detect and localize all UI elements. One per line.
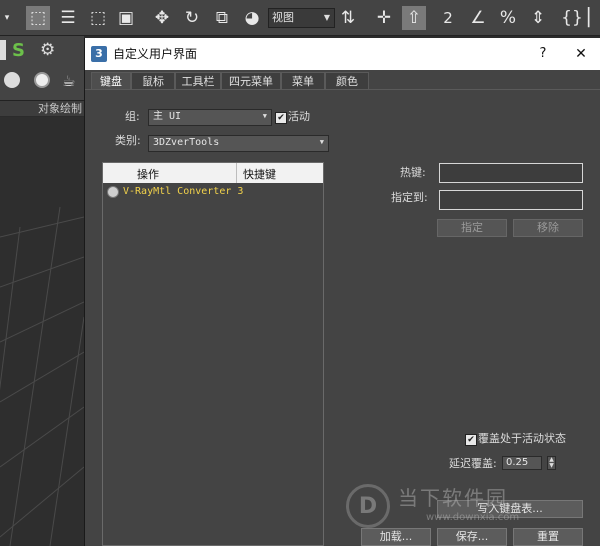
hotkey-field[interactable]	[439, 163, 583, 183]
category-combo[interactable]: 3DZverTools ▼	[148, 135, 329, 152]
chevron-down-icon: ▼	[319, 138, 324, 146]
select-by-name-icon[interactable]: ☰	[56, 6, 80, 30]
object-paint-label: 对象绘制	[0, 100, 84, 116]
main-toolbar: ▾ ⬚ ☰ ⬚ ▣ ✥ ↻ ⧉ ◕ 视图 ▼ ⇅ ✛ ⇧ 2 ∠ % ⇕ {} …	[0, 0, 600, 36]
list-item[interactable]: V-RayMtl Converter 3	[105, 185, 321, 201]
panel-edge-icon	[0, 40, 6, 60]
angle-snap-icon[interactable]: ∠	[466, 6, 490, 30]
list-item-action: V-RayMtl Converter 3	[123, 186, 244, 197]
percent-snap-icon[interactable]: %	[496, 6, 520, 30]
pivot-icon[interactable]: ⇅	[336, 6, 360, 30]
dialog-title: 自定义用户界面	[113, 47, 198, 61]
hotkey-label: 热键:	[400, 166, 426, 179]
teapot-icon[interactable]: ☕	[62, 72, 75, 90]
gear-icon[interactable]: ⚙	[40, 40, 55, 60]
watermark-url: www.downxia.com	[426, 512, 520, 523]
column-header-action[interactable]: 操作	[137, 166, 159, 182]
tab-toolbars[interactable]: 工具栏	[175, 72, 221, 90]
help-button[interactable]: ?	[533, 44, 553, 64]
column-header-shortcut[interactable]: 快捷键	[243, 166, 276, 182]
active-checkbox[interactable]: ✔	[275, 112, 287, 124]
tab-divider	[85, 89, 600, 90]
close-button[interactable]: ✕	[571, 44, 591, 64]
tab-quad-menus[interactable]: 四元菜单	[221, 72, 281, 90]
snaps-toggle-icon[interactable]: 2	[436, 6, 460, 30]
rectangle-region-icon[interactable]: ⬚	[86, 6, 110, 30]
group-value: 主 UI	[153, 111, 182, 122]
assign-button[interactable]: 指定	[437, 219, 507, 237]
select-scale-icon[interactable]: ⧉	[210, 6, 234, 30]
select-move-icon[interactable]: ✥	[150, 6, 174, 30]
category-label: 类别:	[115, 134, 141, 147]
customize-ui-dialog: 3 自定义用户界面 ? ✕ 键盘 鼠标 工具栏 四元菜单 菜单 颜色 组: 主 …	[84, 38, 600, 546]
dialog-titlebar[interactable]: 3 自定义用户界面 ? ✕	[85, 38, 600, 70]
column-separator	[236, 163, 237, 183]
reference-coordinate-label: 视图	[272, 11, 294, 24]
group-label: 组:	[125, 110, 140, 123]
viewport[interactable]	[0, 117, 84, 546]
chevron-down-icon: ▼	[323, 13, 330, 22]
group-combo[interactable]: 主 UI ▼	[148, 109, 272, 126]
placement-icon[interactable]: ◕	[240, 6, 264, 30]
edit-named-selection-icon[interactable]: {}	[560, 6, 584, 30]
keyboard-shortcut-override-icon[interactable]: ⇧	[402, 6, 426, 30]
spinner-snap-icon[interactable]: ⇕	[526, 6, 550, 30]
select-rotate-icon[interactable]: ↻	[180, 6, 204, 30]
select-manipulate-icon[interactable]: ✛	[372, 6, 396, 30]
override-label: 覆盖处于活动状态	[478, 432, 566, 445]
action-list[interactable]: 操作 快捷键 V-RayMtl Converter 3	[102, 162, 324, 546]
window-crossing-icon[interactable]: ▣	[114, 6, 138, 30]
light-icon[interactable]	[34, 72, 50, 88]
viewport-grid	[0, 206, 84, 546]
select-object-icon[interactable]: ⬚	[26, 6, 50, 30]
delay-override-spinner[interactable]: 0.25	[502, 456, 542, 470]
list-header: 操作 快捷键	[103, 163, 323, 183]
active-label: 活动	[288, 110, 310, 123]
remove-button[interactable]: 移除	[513, 219, 583, 237]
sphere-icon[interactable]	[4, 72, 20, 88]
watermark-text: 当下软件园	[398, 486, 508, 510]
app-logo-icon: 3	[91, 46, 107, 62]
shapes-icon[interactable]: S	[12, 40, 25, 61]
watermark-logo-icon: D	[346, 484, 390, 528]
chevron-down-icon: ▼	[262, 112, 267, 120]
tab-colors[interactable]: 颜色	[325, 72, 369, 90]
assign-to-label: 指定到:	[391, 191, 428, 204]
tab-menus[interactable]: 菜单	[281, 72, 325, 90]
category-value: 3DZverTools	[153, 137, 220, 148]
assign-to-field[interactable]	[439, 190, 583, 210]
tab-mouse[interactable]: 鼠标	[131, 72, 175, 90]
override-checkbox[interactable]: ✔	[465, 434, 477, 446]
delay-override-label: 延迟覆盖:	[449, 457, 497, 470]
vray-icon	[107, 186, 119, 198]
mirror-icon[interactable]: ▏	[588, 6, 600, 30]
spinner-arrows-icon[interactable]: ▲ ▼	[547, 456, 556, 470]
tab-keyboard[interactable]: 键盘	[91, 72, 131, 90]
watermark: D 当下软件园 www.downxia.com	[340, 480, 600, 546]
dropdown-arrow-icon[interactable]: ▾	[0, 6, 14, 30]
reference-coordinate-combo[interactable]: 视图 ▼	[268, 8, 335, 28]
